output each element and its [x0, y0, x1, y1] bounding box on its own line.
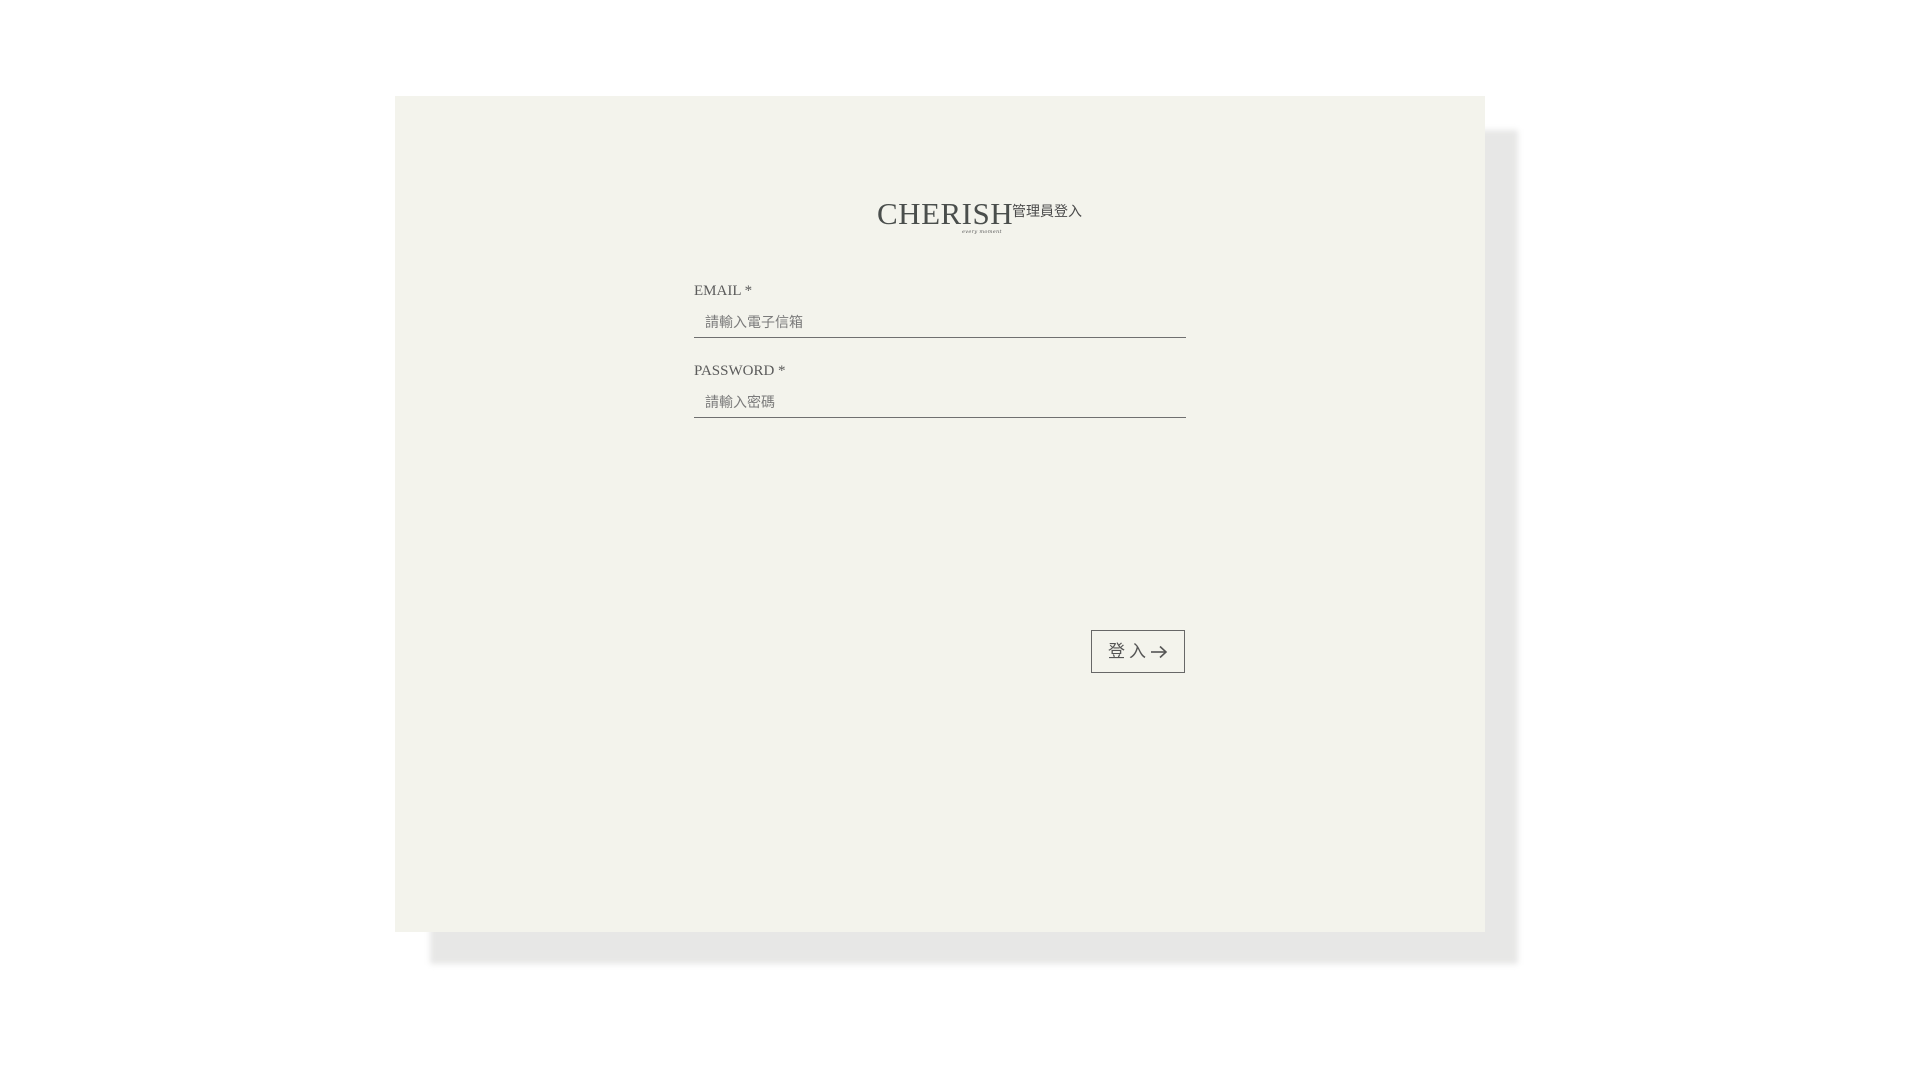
logo-tagline: every moment: [962, 229, 1002, 235]
cherish-logo: CHERISH every moment: [877, 197, 1013, 237]
password-field-group: PASSWORD *: [694, 362, 1186, 442]
page-title: 管理員登入: [1012, 204, 1082, 220]
arrow-right-icon: [1150, 645, 1168, 659]
email-label: EMAIL *: [694, 283, 753, 299]
brand-header: CHERISH every moment 管理員登入: [877, 197, 1082, 237]
email-field-group: EMAIL *: [694, 282, 1186, 362]
email-field[interactable]: [694, 308, 1186, 338]
logo-wordmark: CHERISH: [877, 196, 1014, 231]
login-form: EMAIL * PASSWORD * 登入: [694, 282, 1186, 673]
login-button[interactable]: 登入: [1091, 630, 1185, 673]
password-label: PASSWORD *: [694, 363, 786, 379]
password-field[interactable]: [694, 388, 1186, 418]
login-button-label: 登入: [1108, 641, 1150, 662]
login-card: CHERISH every moment 管理員登入 EMAIL * PASSW…: [395, 96, 1485, 932]
